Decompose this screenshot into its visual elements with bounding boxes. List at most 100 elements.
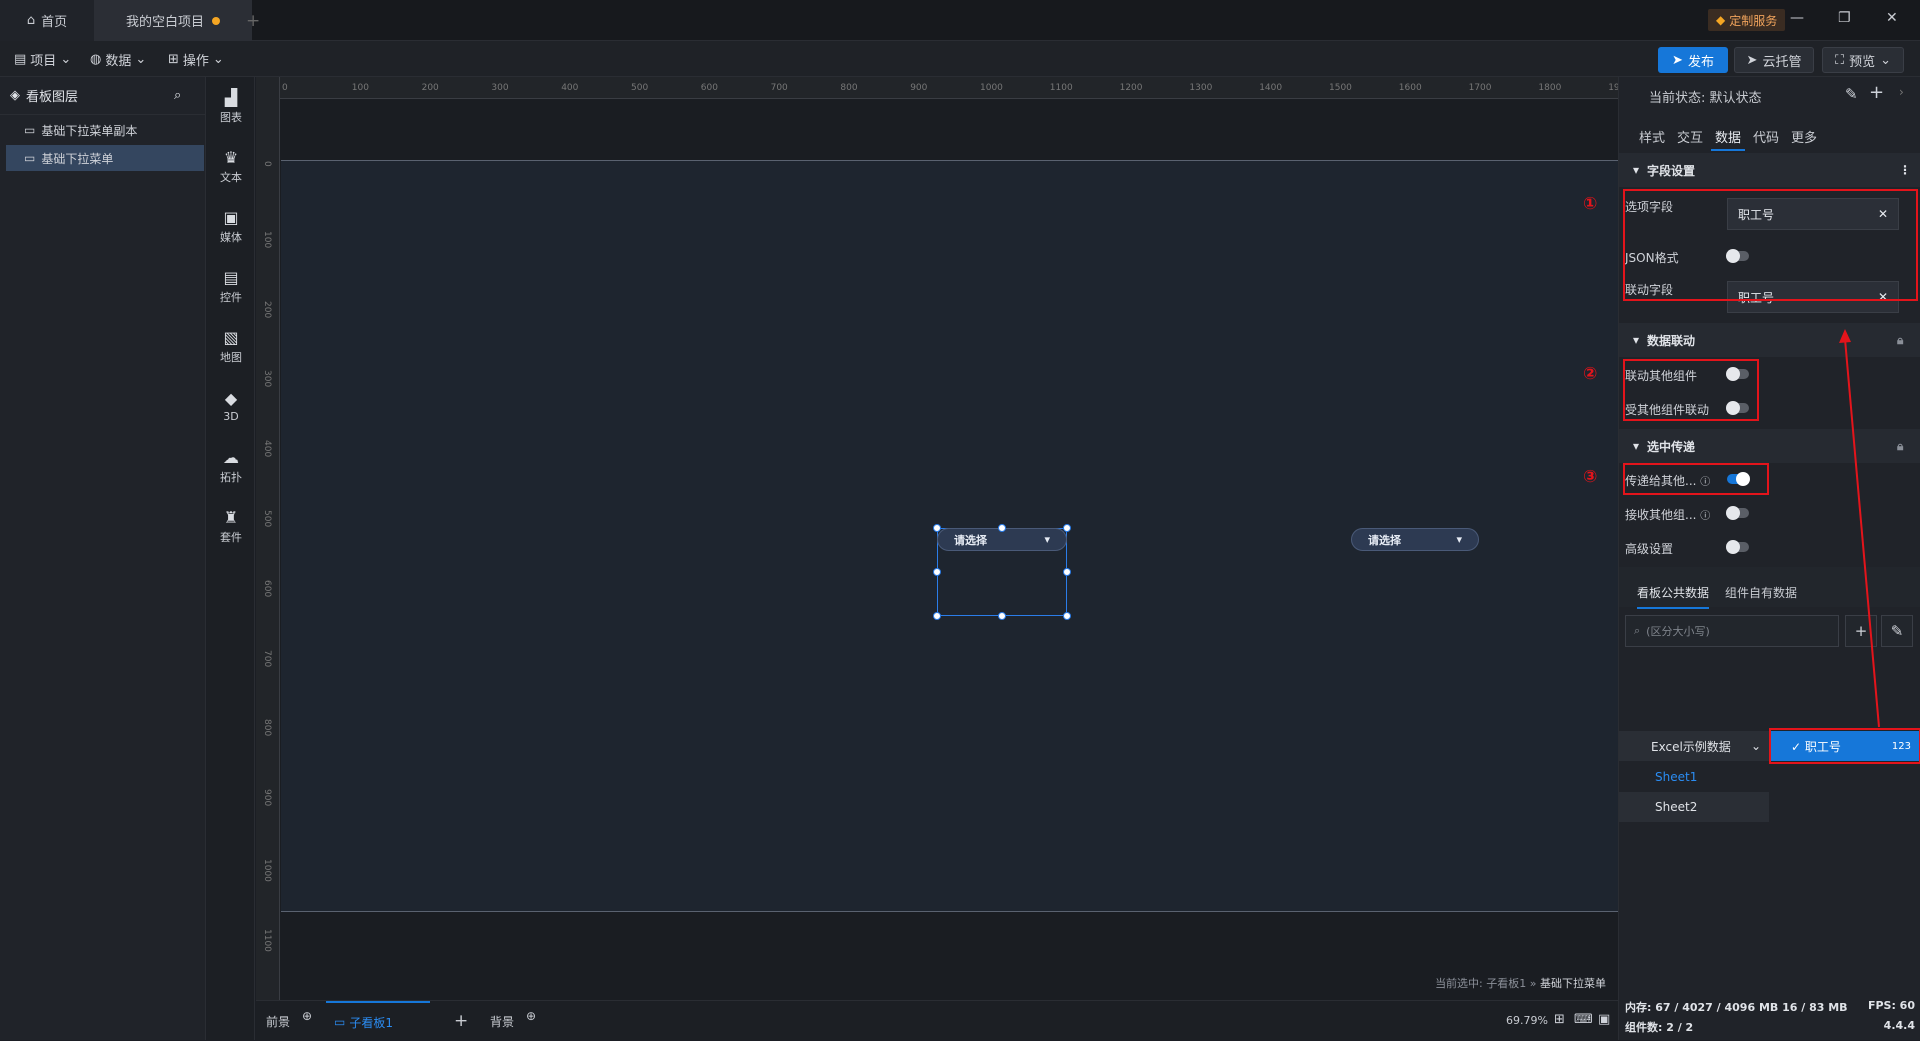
annotation-box-2 <box>1623 359 1759 421</box>
chevron-right-icon[interactable]: › <box>1899 85 1904 99</box>
custom-service-button[interactable]: ◆ 定制服务 <box>1708 9 1786 31</box>
add-tab-icon[interactable]: + <box>246 11 260 31</box>
canvas-area[interactable]: 0 100 200 300 400 500 600 700 800 900 1000 1100 1200… <box>256 77 1631 1000</box>
database-icon: ◍ <box>90 51 102 67</box>
menu-project[interactable]: ▤ 项目 ⌄ <box>14 49 71 69</box>
state-label: 当前状态: 默认状态 <box>1649 91 1762 106</box>
tab-project[interactable]: 我的空白项目 <box>94 0 252 41</box>
zoom-level[interactable]: 69.79% <box>1506 1014 1548 1027</box>
add-data-button[interactable]: + <box>1845 615 1877 647</box>
ruler-tick-label: 1600 <box>1398 83 1422 93</box>
add-circle-icon[interactable]: ⊕ <box>526 1009 536 1023</box>
memory-status: 内存: 67 / 4027 / 4096 MB 16 / 83 MB <box>1625 1001 1848 1014</box>
layer-item-icon: ▭ <box>24 123 36 137</box>
tab-board-public-data[interactable]: 看板公共数据 <box>1637 584 1710 609</box>
layer-item-label: 基础下拉菜单 <box>41 151 114 166</box>
custom-service-label: 定制服务 <box>1729 13 1778 28</box>
caret-down-icon: ▾ <box>1633 439 1640 453</box>
resize-handle[interactable] <box>998 524 1006 532</box>
more-vertical-icon[interactable]: ⋮ <box>1899 163 1911 177</box>
tab-home[interactable]: ⌂ 首页 <box>0 0 94 41</box>
dashboard-board[interactable]: 请选择 ▾ 请选择 ▾ <box>281 160 1618 912</box>
ruler-horizontal: 0 100 200 300 400 500 600 700 800 900 1000 1100 1200… <box>280 77 1631 99</box>
section-field-settings[interactable]: ▾ 字段设置 ⋮ <box>1619 153 1920 187</box>
sidebar-item-media[interactable]: ▣ 媒体 <box>207 199 255 255</box>
caret-down-icon: ▾ <box>1633 333 1640 347</box>
resize-handle[interactable] <box>1063 612 1071 620</box>
search-icon: ⌕ <box>1634 624 1641 637</box>
layer-item-selected[interactable]: ▭ 基础下拉菜单 <box>6 145 204 171</box>
resize-handle[interactable] <box>933 612 941 620</box>
tab-foreground[interactable]: 前景 ⊕ <box>266 1001 312 1041</box>
section-data-link[interactable]: ▾ 数据联动 🔒︎ <box>1619 323 1920 357</box>
home-icon: ⌂ <box>26 13 36 28</box>
publish-label: 发布 <box>1687 54 1714 70</box>
advanced-settings-toggle[interactable] <box>1726 540 1749 554</box>
tab-style[interactable]: 样式 <box>1639 127 1665 146</box>
ruler-tick-label: 0 <box>282 83 288 93</box>
dropdown-original[interactable]: 请选择 ▾ <box>1351 528 1479 551</box>
restore-icon[interactable]: ❐ <box>1838 10 1851 26</box>
resize-handle[interactable] <box>933 568 941 576</box>
tab-code[interactable]: 代码 <box>1753 127 1779 146</box>
keyboard-icon[interactable]: ⌨ <box>1574 1012 1593 1027</box>
sidebar-item-topology[interactable]: ☁ 拓扑 <box>207 439 255 495</box>
fps-status: FPS: 60 <box>1867 999 1915 1012</box>
edit-data-button[interactable]: ✎ <box>1881 615 1913 647</box>
tree-root-excel[interactable]: Excel示例数据 ⌄ <box>1619 731 1769 761</box>
resize-handle[interactable] <box>933 524 941 532</box>
tree-item-sheet1[interactable]: Sheet1 <box>1619 762 1769 792</box>
add-board-icon[interactable]: + <box>454 1001 468 1041</box>
chevron-down-icon: ⌄ <box>135 51 147 67</box>
sidebar-item-text[interactable]: ♛ 文本 <box>207 139 255 195</box>
tab-background[interactable]: 背景 ⊕ <box>490 1001 536 1041</box>
lock-icon[interactable]: 🔒︎ <box>1897 439 1903 454</box>
fit-screen-icon[interactable]: ⊞ <box>1554 1012 1565 1027</box>
resize-handle[interactable] <box>998 612 1006 620</box>
layer-item[interactable]: ▭ 基础下拉菜单副本 <box>6 117 204 143</box>
sidebar-item-map[interactable]: ▧ 地图 <box>207 319 255 375</box>
ruler-tick-label: 1100 <box>1049 83 1073 93</box>
help-icon[interactable]: ⓘ <box>1700 511 1710 522</box>
resize-handle[interactable] <box>1063 524 1071 532</box>
layer-item-icon: ▭ <box>24 151 36 165</box>
publish-button[interactable]: ➤ 发布 <box>1658 47 1728 73</box>
edit-icon[interactable]: ✎ <box>1845 85 1858 103</box>
ruler-tick-label: 1000 <box>262 859 272 882</box>
menu-data[interactable]: ◍ 数据 ⌄ <box>90 49 146 69</box>
tree-item-sheet2[interactable]: Sheet2 <box>1619 792 1769 822</box>
add-state-icon[interactable]: + <box>1869 82 1884 103</box>
sidebar-item-label: 3D <box>223 410 239 423</box>
tab-subboard[interactable]: ▭ 子看板1 <box>326 1001 430 1041</box>
resize-handle[interactable] <box>1063 568 1071 576</box>
tab-interaction[interactable]: 交互 <box>1677 127 1703 146</box>
sidebar-item-kit[interactable]: ♜ 套件 <box>207 499 255 555</box>
tab-more[interactable]: 更多 <box>1791 127 1817 146</box>
tab-component-own-data[interactable]: 组件自有数据 <box>1725 584 1797 601</box>
monitor-icon: ▭ <box>334 1015 346 1029</box>
map-icon: ▧ <box>223 327 239 347</box>
terminal-icon[interactable]: ▣ <box>1598 1012 1610 1027</box>
section-selection-pass[interactable]: ▾ 选中传递 🔒︎ <box>1619 429 1920 463</box>
ruler-tick-label: 700 <box>262 649 272 667</box>
menu-operate[interactable]: ⊞ 操作 ⌄ <box>168 49 224 69</box>
search-icon[interactable]: ⌕ <box>174 88 181 103</box>
section-title: 字段设置 <box>1647 163 1696 178</box>
sidebar-item-control[interactable]: ▤ 控件 <box>207 259 255 315</box>
annotation-box-1 <box>1623 189 1918 301</box>
receive-from-others-text: 接收其他组... <box>1625 508 1697 522</box>
data-search-input[interactable]: ⌕ (区分大小写) <box>1625 615 1839 647</box>
close-window-icon[interactable]: ✕ <box>1886 10 1898 26</box>
chevron-down-icon: ⌄ <box>60 51 72 67</box>
sidebar-item-3d[interactable]: ◆ 3D <box>207 379 255 435</box>
receive-from-others-toggle[interactable] <box>1726 506 1749 520</box>
sidebar-item-chart[interactable]: ▟ 图表 <box>207 79 255 135</box>
add-circle-icon[interactable]: ⊕ <box>302 1009 312 1023</box>
annotation-box-field <box>1769 728 1920 764</box>
lock-icon[interactable]: 🔒︎ <box>1897 333 1903 348</box>
caret-down-icon: ▾ <box>1456 533 1462 546</box>
cloud-host-button[interactable]: ➤ 云托管 <box>1734 47 1814 73</box>
preview-button[interactable]: ⛶ 预览 ⌄ <box>1822 47 1904 73</box>
minimize-icon[interactable]: — <box>1790 10 1804 26</box>
tab-data[interactable]: 数据 <box>1715 127 1741 146</box>
